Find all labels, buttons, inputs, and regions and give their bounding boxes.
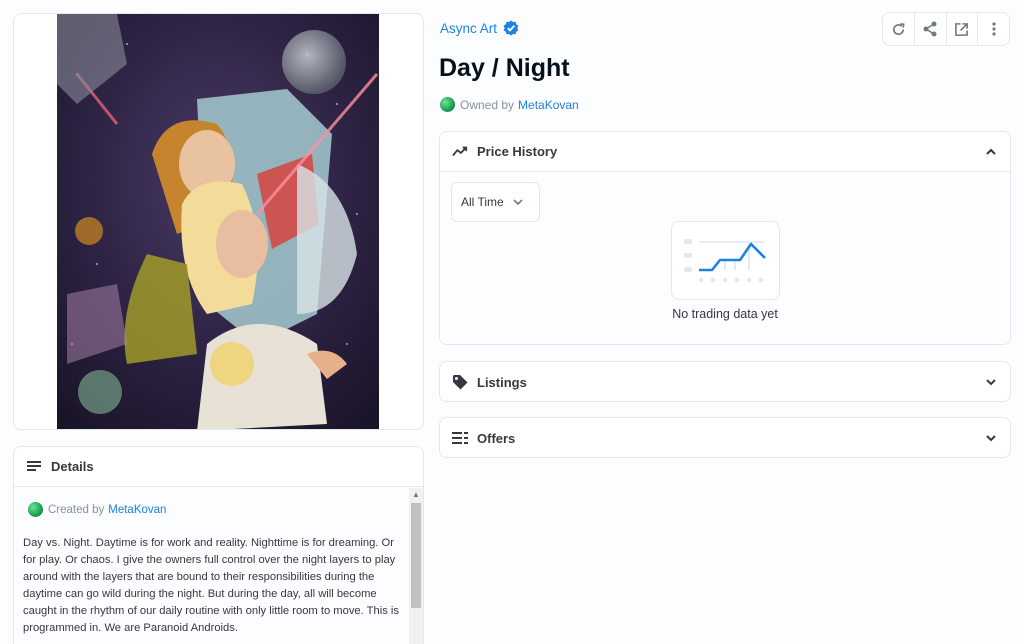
item-title: Day / Night <box>439 54 570 82</box>
list-icon <box>452 430 468 446</box>
creator-avatar[interactable] <box>28 502 43 517</box>
artwork-image[interactable] <box>57 14 379 430</box>
collection-row: Async Art <box>440 20 519 36</box>
listings-title: Listings <box>477 374 527 390</box>
time-filter-select[interactable]: All Time <box>451 182 540 222</box>
listings-panel[interactable]: Listings <box>439 361 1011 402</box>
collection-link[interactable]: Async Art <box>440 21 497 36</box>
offers-title: Offers <box>477 430 516 446</box>
more-options-button[interactable] <box>978 13 1009 45</box>
offers-panel[interactable]: Offers <box>439 417 1011 458</box>
details-body: Created by MetaKovan Day vs. Night. Dayt… <box>14 488 409 644</box>
price-history-title: Price History <box>477 144 558 159</box>
chevron-down-icon <box>513 198 523 205</box>
creator-prefix: Created by <box>48 503 105 516</box>
scroll-up-icon[interactable]: ▲ <box>412 491 420 499</box>
details-panel: Details Created by MetaKovan Day vs. Nig… <box>13 446 424 644</box>
details-scrollbar[interactable]: ▲ ▼ <box>409 488 423 644</box>
chevron-down-icon[interactable] <box>984 431 998 445</box>
refresh-button[interactable] <box>883 13 915 45</box>
no-trading-data-text: No trading data yet <box>672 307 778 321</box>
price-history-body: All Time No trading data yet <box>440 172 1010 344</box>
verified-badge-icon <box>503 20 519 36</box>
external-link-icon <box>955 22 969 36</box>
details-header[interactable]: Details <box>14 447 423 487</box>
offers-header[interactable]: Offers <box>440 418 1010 458</box>
chart-placeholder-icon <box>684 239 766 283</box>
creator-link[interactable]: MetaKovan <box>108 504 166 516</box>
owner-row: Owned by MetaKovan <box>440 97 579 112</box>
share-icon <box>923 21 937 37</box>
scroll-thumb[interactable] <box>411 503 421 608</box>
price-history-panel: Price History All Time No trading data y… <box>439 131 1011 345</box>
owner-link[interactable]: MetaKovan <box>518 98 579 112</box>
time-filter-value: All Time <box>461 195 504 209</box>
more-icon <box>992 22 996 36</box>
lines-icon <box>26 459 42 475</box>
listings-header[interactable]: Listings <box>440 362 1010 402</box>
creator-row: Created by MetaKovan <box>28 502 400 517</box>
open-external-button[interactable] <box>947 13 979 45</box>
owner-avatar[interactable] <box>440 97 455 112</box>
chevron-down-icon[interactable] <box>984 375 998 389</box>
item-description: Day vs. Night. Daytime is for work and r… <box>23 537 399 634</box>
refresh-icon <box>892 22 905 35</box>
tag-icon <box>452 374 468 390</box>
chevron-up-icon[interactable] <box>984 145 998 159</box>
share-button[interactable] <box>915 13 947 45</box>
item-image-card[interactable] <box>13 13 424 430</box>
details-title: Details <box>51 459 94 474</box>
owner-prefix: Owned by <box>460 97 515 112</box>
item-action-bar <box>882 12 1010 46</box>
empty-chart-illustration <box>671 221 780 300</box>
price-history-header[interactable]: Price History <box>440 132 1010 172</box>
trend-icon <box>452 144 468 160</box>
